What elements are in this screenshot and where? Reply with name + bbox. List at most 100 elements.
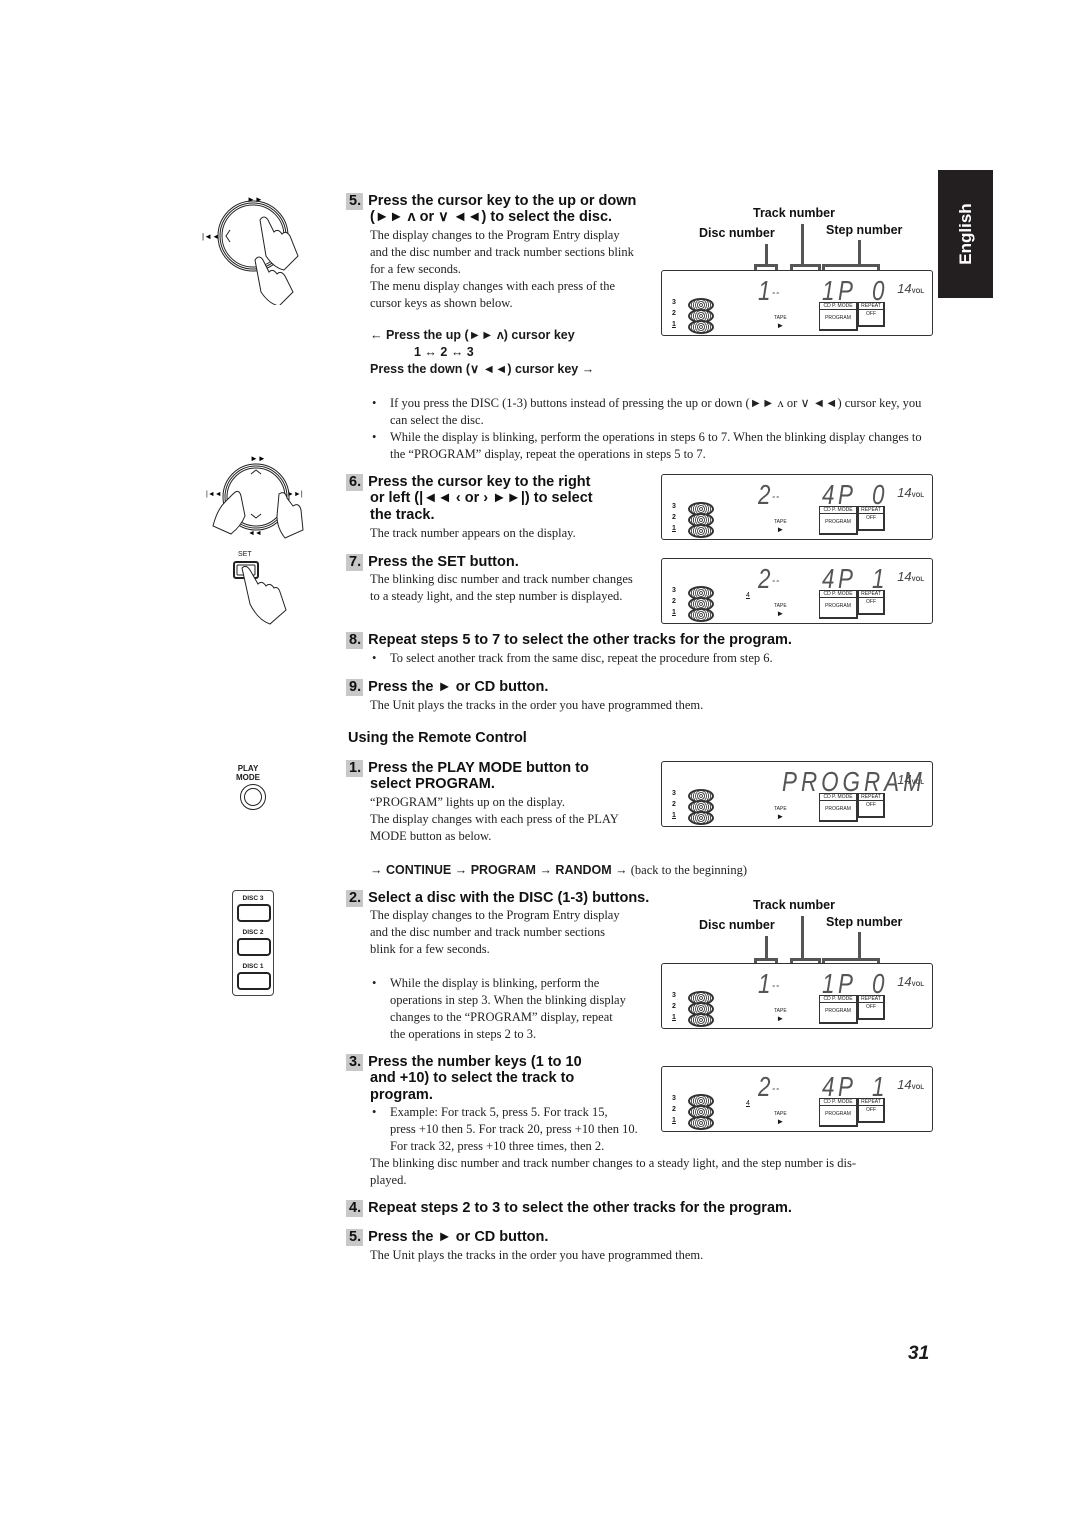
play-icon: ►: [776, 1117, 785, 1126]
cycle-down-text: Press the down (∨ ◄◄) cursor key →: [370, 362, 595, 376]
tape-indicator: TAPE ►: [774, 1111, 787, 1126]
step7-body: The blinking disc number and track numbe…: [370, 572, 633, 603]
disc-indicators: 3 2 1: [672, 298, 722, 334]
disc-indicators: 3 2 1: [672, 1094, 722, 1130]
volume-unit: VOL: [911, 493, 924, 499]
cd-p-mode-indicator: CD P. MODE PROGRAM: [819, 793, 858, 822]
disc-2-label: 2: [672, 514, 676, 521]
volume-unit: VOL: [911, 289, 924, 295]
step6-title: 6. Press the cursor key to the right: [346, 474, 591, 491]
lcd-display-step5: 1 -- 1 P 0 14VOL 3 2 1 TAPE ► CD P. MODE PROGRAM REPE…: [661, 270, 933, 336]
volume-readout: 14VOL: [897, 1077, 924, 1092]
tape-indicator: TAPE ►: [774, 519, 787, 534]
repeat-label: REPEAT: [859, 996, 883, 1003]
lcd-display-remote-step3: 2 -- 4 P 1 4 14VOL 3 2 1 TAPE ► CD P. MODE PROGRAM REP…: [661, 1066, 933, 1132]
step8-note: To select another track from the same di…: [370, 650, 773, 667]
volume-unit: VOL: [911, 982, 924, 988]
lcd-dash: --: [772, 1081, 780, 1095]
repeat-off: OFF: [866, 311, 876, 317]
play-mode-button[interactable]: [240, 784, 266, 810]
repeat-off: OFF: [866, 1107, 876, 1113]
play-icon: ►: [776, 812, 785, 821]
disc-3-button[interactable]: [237, 904, 271, 922]
cd-p-mode-label: CD P. MODE: [820, 794, 856, 801]
cd-p-mode-label: CD P. MODE: [820, 1099, 856, 1106]
disc-2-label: 2: [672, 1003, 676, 1010]
lcd-dash: --: [772, 489, 780, 503]
lcd-display-program: PROGRAM 14VOL 3 2 1 TAPE ► CD P. MODE PROGRAM REP…: [661, 761, 933, 827]
disc-indicators: 3 2 1: [672, 586, 722, 622]
repeat-off: OFF: [866, 599, 876, 605]
step5-title: 5. Press the cursor key to the up or down: [346, 193, 636, 210]
program-indicator: PROGRAM: [825, 1008, 851, 1014]
volume-value: 14: [897, 772, 912, 787]
track-mark: 4: [746, 1100, 750, 1107]
step9-body: The Unit plays the tracks in the order y…: [370, 698, 704, 712]
cursor-pad-hands-icon: ►► |◄◄ ►►| ◄◄: [203, 452, 313, 547]
notes-list: If you press the DISC (1-3) buttons inst…: [370, 395, 930, 463]
cd-p-mode-indicator: CD P. MODE PROGRAM: [819, 302, 858, 331]
volume-value: 14: [897, 281, 912, 296]
remote-step2-title: 2. Select a disc with the DISC (1-3) butt…: [346, 890, 649, 907]
volume-value: 14: [897, 1077, 912, 1092]
remote-step1-title: 1. Press the PLAY MODE button to: [346, 760, 589, 777]
step6-title-line3: the track.: [370, 507, 435, 523]
program-indicator: PROGRAM: [825, 603, 851, 609]
repeat-indicator: REPEAT OFF: [858, 995, 885, 1020]
disc-icon: [688, 1116, 714, 1130]
remote-step3-title: 3. Press the number keys (1 to 10: [346, 1054, 582, 1071]
cd-p-mode-indicator: CD P. MODE PROGRAM: [819, 506, 858, 535]
lcd-dash: --: [772, 285, 780, 299]
svg-text:◄◄: ◄◄: [248, 530, 262, 537]
disc-2-label: 2: [672, 801, 676, 808]
remote-step5-title: 5. Press the ► or CD button.: [346, 1229, 548, 1246]
lcd-disc-digit: 2: [758, 1071, 772, 1102]
repeat-label: REPEAT: [859, 591, 883, 598]
disc-3-label: 3: [672, 992, 676, 999]
remote-step1-body: “PROGRAM” lights up on the display. The …: [370, 795, 619, 843]
set-label: SET: [238, 551, 252, 558]
step-pointer: [858, 240, 861, 264]
disc-icon: [688, 320, 714, 334]
lcd-disc-digit: 1: [758, 968, 772, 999]
lcd-display-step7: 2 -- 4 P 1 4 14VOL 3 2 1 TAPE ► CD P. MODE PROGRAM REP…: [661, 558, 933, 624]
note-item: While the display is blinking, perform t…: [370, 429, 930, 463]
disc-1-label: 1: [672, 609, 676, 616]
page-number: 31: [908, 1343, 930, 1364]
lcd-disc-digit: 2: [758, 479, 772, 510]
cd-p-mode-label: CD P. MODE: [820, 591, 856, 598]
repeat-indicator: REPEAT OFF: [858, 793, 885, 818]
repeat-indicator: REPEAT OFF: [858, 506, 885, 531]
note-item: If you press the DISC (1-3) buttons inst…: [370, 395, 930, 429]
jog-dial-hand-icon: ►► |◄◄: [200, 190, 310, 305]
disc-number-label: Disc number: [699, 918, 775, 932]
cycle-mid-text: 1 ↔ 2 ↔ 3: [414, 345, 474, 359]
volume-unit: VOL: [911, 1085, 924, 1091]
volume-readout: 14VOL: [897, 281, 924, 296]
cd-p-mode-label: CD P. MODE: [820, 996, 856, 1003]
volume-unit: VOL: [911, 780, 924, 786]
disc-pointer: [765, 936, 768, 958]
step9-title: 9. Press the ► or CD button.: [346, 679, 548, 696]
play-icon: ►: [776, 609, 785, 618]
cycle-up-text: ← Press the up (►► ʌ) cursor key: [370, 328, 575, 342]
disc-3-label: 3: [672, 299, 676, 306]
disc-1-label: 1: [672, 1014, 676, 1021]
track-mark: 4: [746, 592, 750, 599]
lcd-display-remote-step2: 1 -- 1 P 0 14VOL 3 2 1 TAPE ► CD P. MODE PROGRAM REPE…: [661, 963, 933, 1029]
play-icon: ►: [776, 321, 785, 330]
disc-1-button[interactable]: [237, 972, 271, 990]
tape-indicator: TAPE ►: [774, 806, 787, 821]
set-button-hand-icon[interactable]: [232, 560, 302, 625]
track-number-label: Track number: [753, 898, 835, 912]
volume-value: 14: [897, 485, 912, 500]
volume-readout: 14VOL: [897, 772, 924, 787]
lcd-dash: --: [772, 978, 780, 992]
remote-step2-body: The display changes to the Program Entry…: [370, 908, 620, 956]
language-tab: English: [938, 170, 993, 298]
disc-2-button[interactable]: [237, 938, 271, 956]
remote-step3-example: Example: For track 5, press 5. For track…: [370, 1104, 638, 1155]
disc-3-label: 3: [672, 1095, 676, 1102]
svg-text:►►: ►►: [250, 454, 266, 463]
play-mode-label: PLAY MODE: [236, 764, 260, 782]
